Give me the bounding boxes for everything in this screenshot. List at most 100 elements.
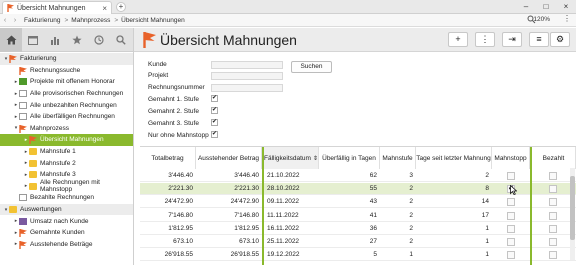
minimize-button[interactable]: – xyxy=(516,0,536,14)
search-button[interactable]: Suchen xyxy=(291,61,332,73)
paid-checkbox[interactable] xyxy=(549,172,557,180)
dunning-stop-checkbox[interactable] xyxy=(507,198,515,207)
table-row[interactable]: 3'446.40 3'446.40 21.10.2022 62 3 2 xyxy=(140,170,576,182)
table-cell-due: 11.11.2022 xyxy=(267,211,299,219)
zoom-level[interactable]: 120% xyxy=(533,16,550,23)
sidebar-item[interactable]: ▸ Ausstehende Beträge xyxy=(0,239,133,251)
table-cell-total: 1'812.95 xyxy=(168,224,193,232)
sort-icon: ⇕ xyxy=(312,155,318,162)
table-cell-outstanding: 7'146.80 xyxy=(234,211,259,219)
flag-icon xyxy=(19,124,27,133)
close-window-button[interactable]: × xyxy=(556,0,576,14)
table-cell-level: 3 xyxy=(409,172,413,179)
dunning-stop-checkbox[interactable] xyxy=(507,172,515,180)
table-cell-due: 09.11.2022 xyxy=(267,198,300,206)
table-scrollbar-thumb[interactable] xyxy=(570,176,575,240)
table-cell-overdue: 62 xyxy=(369,172,377,179)
column-header-total[interactable]: Totalbetrag xyxy=(140,147,196,169)
table-row[interactable]: 26'918.55 26'918.55 19.12.2022 5 1 1 xyxy=(140,249,576,262)
customer-input[interactable] xyxy=(211,61,283,69)
sidebar-item[interactable]: Rechnungssuche xyxy=(0,65,133,77)
sidebar-item[interactable]: Bezahlte Rechnungen xyxy=(0,192,133,204)
dunning-stop-checkbox[interactable] xyxy=(507,211,515,220)
sidebar-item[interactable]: ▸ Alle Rechnungen mit Mahnstopp xyxy=(0,179,133,193)
sidebar: ▾ Fakturierung Rechnungssuche ▸ Projekte mit… xyxy=(0,28,134,265)
sidebar-item[interactable]: ▸ Übersicht Mahnungen xyxy=(0,134,133,146)
page-title: Übersicht Mahnungen xyxy=(160,32,297,48)
back-arrow-icon[interactable]: ‹ xyxy=(0,17,10,24)
column-header-overdue[interactable]: Überfällig in Tagen xyxy=(319,147,380,169)
table-cell-since: 1 xyxy=(485,238,489,245)
sidebar-item[interactable]: ▸ Umsatz nach Kunde xyxy=(0,215,133,227)
tab-close-icon[interactable]: × xyxy=(102,4,107,13)
sidebar-item[interactable]: ▾ Fakturierung xyxy=(0,53,133,65)
star-icon[interactable] xyxy=(66,28,88,52)
table-cell-since: 1 xyxy=(485,251,489,259)
sidebar-item-label: Mahnstufe 3 xyxy=(40,171,76,179)
paid-checkbox[interactable] xyxy=(549,238,557,246)
column-header-level[interactable]: Mahnstufe xyxy=(380,147,416,169)
column-header-due-date[interactable]: Fälligkeitsdatum ⇕ xyxy=(264,147,319,169)
paid-checkbox[interactable] xyxy=(549,251,557,260)
paid-checkbox[interactable] xyxy=(549,185,557,194)
sidebar-item[interactable]: ▸ Mahnstufe 1 xyxy=(0,146,133,158)
search-icon[interactable] xyxy=(110,28,132,52)
home-icon[interactable] xyxy=(0,28,22,52)
table-cell-since: 17 xyxy=(481,211,489,219)
table-row[interactable]: 673.10 673.10 25.11.2022 27 2 1 xyxy=(140,236,576,248)
sidebar-item[interactable]: ▾ Mahnprozess xyxy=(0,123,133,135)
sidebar-item[interactable]: ▸ Mahnstufe 2 xyxy=(0,157,133,169)
sidebar-item[interactable]: ▾ Auswertungen xyxy=(0,203,133,216)
browser-menu-icon[interactable]: ⋮ xyxy=(563,14,571,23)
forward-arrow-icon[interactable]: › xyxy=(10,17,20,24)
browser-tab[interactable]: Übersicht Mahnungen × xyxy=(2,1,112,14)
no-stop-checkbox[interactable]: ✔ xyxy=(211,131,218,138)
level2-checkbox[interactable]: ✔ xyxy=(211,107,218,114)
window-titlebar: Übersicht Mahnungen × + – □ × xyxy=(0,0,576,14)
more-options-button[interactable]: ⋮ xyxy=(475,32,495,47)
dunning-stop-checkbox[interactable] xyxy=(507,224,515,233)
column-header-outstanding[interactable]: Ausstehender Betrag xyxy=(196,147,262,169)
chart-icon[interactable] xyxy=(44,28,66,52)
sidebar-item[interactable]: ▸ Projekte mit offenem Honorar xyxy=(0,76,133,88)
table-cell-due: 19.12.2022 xyxy=(267,251,300,259)
document-icon xyxy=(19,90,27,98)
breadcrumb-mahnprozess[interactable]: Mahnprozess xyxy=(71,17,110,24)
maximize-button[interactable]: □ xyxy=(536,0,556,14)
add-button[interactable]: + xyxy=(448,32,468,47)
sidebar-toolbar xyxy=(0,28,133,52)
table-cell-overdue: 41 xyxy=(369,211,377,219)
history-icon[interactable] xyxy=(88,28,110,52)
level3-checkbox[interactable]: ✔ xyxy=(211,119,218,126)
dunning-stop-checkbox[interactable] xyxy=(507,251,515,260)
table-row[interactable]: 24'472.90 24'472.90 09.11.2022 43 2 14 xyxy=(140,196,576,209)
column-header-stop[interactable]: Mahnstopp xyxy=(492,147,530,169)
table-cell-outstanding: 1'812.95 xyxy=(234,224,259,232)
invoice-icon xyxy=(9,55,17,64)
table-cell-outstanding: 2'221.30 xyxy=(234,185,259,193)
column-header-days-since[interactable]: Tage seit letzter Mahnung xyxy=(416,147,492,169)
invoice-number-input[interactable] xyxy=(211,84,283,92)
list-view-button[interactable]: ≡ xyxy=(529,32,549,47)
paid-checkbox[interactable] xyxy=(549,198,557,207)
sidebar-item[interactable]: ▸ Alle überfälligen Rechnungen xyxy=(0,111,133,123)
sidebar-item[interactable]: ▸ Gemahnte Kunden xyxy=(0,227,133,239)
paid-checkbox[interactable] xyxy=(549,211,557,220)
export-button[interactable]: ⇥ xyxy=(502,32,522,47)
settings-button[interactable]: ⚙ xyxy=(550,32,570,47)
no-stop-label: Nur ohne Mahnstopp xyxy=(148,132,209,139)
project-input[interactable] xyxy=(211,72,283,80)
sidebar-item[interactable]: ▸ Alle provisorischen Rechnungen xyxy=(0,88,133,100)
breadcrumb-fakturierung[interactable]: Fakturierung xyxy=(24,17,61,24)
column-header-paid[interactable]: Bezahlt xyxy=(532,147,576,169)
calendar-icon[interactable] xyxy=(22,28,44,52)
table-row[interactable]: 1'812.95 1'812.95 16.11.2022 36 2 1 xyxy=(140,223,576,235)
new-tab-button[interactable]: + xyxy=(116,2,126,12)
flag-icon xyxy=(29,136,37,145)
dunning-stop-checkbox[interactable] xyxy=(507,238,515,246)
level1-checkbox[interactable]: ✔ xyxy=(211,95,218,102)
page-header: Übersicht Mahnungen + ⋮ ⇥ ≡ ⚙ xyxy=(134,28,576,52)
sidebar-item[interactable]: ▸ Alle unbezahlten Rechnungen xyxy=(0,99,133,111)
paid-checkbox[interactable] xyxy=(549,224,557,233)
table-row[interactable]: 7'146.80 7'146.80 11.11.2022 41 2 17 xyxy=(140,210,576,222)
